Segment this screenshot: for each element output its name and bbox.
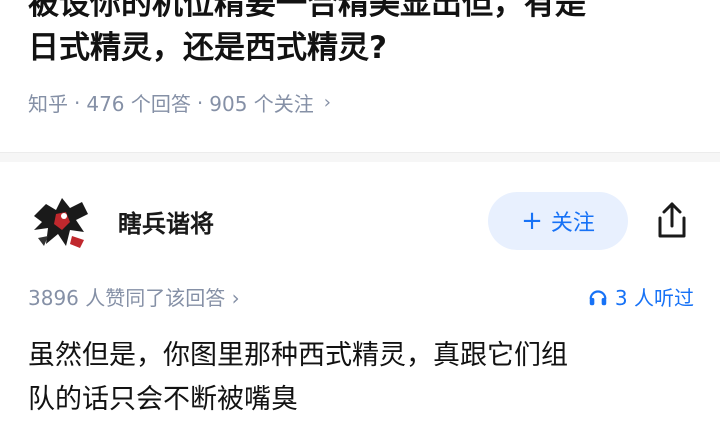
answer-line: 队的话只会不断被嘴臭 bbox=[28, 384, 298, 415]
meta-separator: · bbox=[74, 90, 81, 115]
author-name[interactable]: 瞎兵谐将 bbox=[118, 204, 214, 239]
answer-body[interactable]: 虽然但是，你图里那种西式精灵，真跟它们组 队的话只会不断被嘴臭 bbox=[28, 334, 700, 422]
question-title-line2[interactable]: 日式精灵，还是西式精灵? bbox=[28, 22, 387, 67]
question-meta[interactable]: 知乎 · 476 个回答 · 905 个关注 › bbox=[28, 88, 331, 117]
answer-line: 虽然但是，你图里那种西式精灵，真跟它们组 bbox=[28, 340, 568, 371]
listen-label: 3 人听过 bbox=[614, 286, 694, 310]
answers-count: 476 个回答 bbox=[86, 92, 191, 116]
follow-label: 关注 bbox=[550, 211, 595, 236]
meta-separator: · bbox=[196, 90, 204, 115]
follow-button[interactable]: + 关注 bbox=[488, 192, 628, 250]
avatar[interactable] bbox=[26, 186, 98, 258]
plus-icon: + bbox=[521, 206, 543, 236]
followers-count: 905 个关注 bbox=[209, 92, 314, 116]
headphones-icon bbox=[589, 289, 607, 305]
section-divider bbox=[0, 152, 720, 162]
source-label: 知乎 bbox=[28, 92, 68, 116]
share-icon[interactable] bbox=[650, 198, 694, 242]
question-title-line1[interactable]: 被设你的机位精要一合精美显出但，有是 bbox=[28, 0, 586, 23]
listen-count[interactable]: 3 人听过 bbox=[587, 282, 694, 311]
chevron-right-icon: › bbox=[323, 92, 331, 113]
likes-count[interactable]: 3896 人赞同了该回答 › bbox=[28, 282, 240, 311]
